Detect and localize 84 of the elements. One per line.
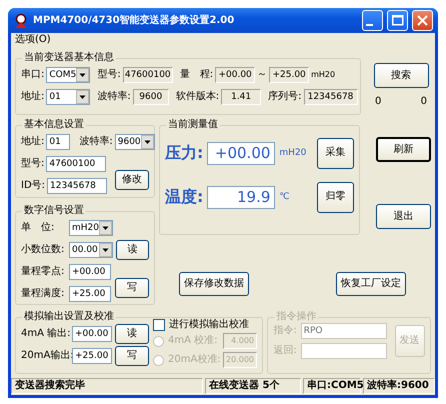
status-text: 变送器搜索完毕 — [11, 378, 203, 394]
window-title: MPM4700/4730智能变送器参数设置2.00 — [33, 14, 236, 26]
field-label: 地址: — [21, 91, 44, 103]
group-title: 模拟输出设置及校准 — [23, 312, 115, 322]
measurement-value: +00.00 — [207, 142, 276, 164]
input-field[interactable]: 47600100 — [46, 156, 106, 172]
readonly-field: 9600 — [132, 89, 169, 105]
input-field[interactable]: 12345678 — [47, 178, 108, 194]
field-label: ID号: — [21, 180, 46, 192]
action-button[interactable]: 采集 — [317, 138, 354, 168]
dropdown[interactable]: 9600 — [114, 134, 155, 150]
field-label: 指令: — [273, 325, 297, 337]
dropdown[interactable]: 01 — [46, 89, 90, 105]
action-button[interactable]: 写 — [115, 278, 149, 298]
readonly-field: 1.41 — [221, 89, 262, 105]
field-label: 地址: — [21, 136, 44, 148]
measurement-label: 压力: — [165, 143, 204, 163]
range-separator: ～ — [257, 69, 268, 81]
action-button[interactable]: 读 — [115, 324, 149, 344]
group-title: 基本信息设置 — [23, 120, 85, 130]
dropdown[interactable]: 00.00 — [69, 242, 113, 258]
field-label: 单 位: — [21, 222, 56, 234]
status-text: 波特率:9600 — [363, 378, 435, 394]
readonly-field: +00.00 — [215, 67, 256, 83]
counter-value: 0 — [375, 96, 382, 108]
field-label: 小数位数: — [21, 244, 66, 256]
action-button[interactable]: 搜索 — [374, 63, 428, 88]
group-title: 当前测量值 — [167, 120, 219, 130]
unit-label: ℃ — [279, 192, 291, 202]
action-button[interactable]: 读 — [116, 240, 149, 260]
action-button[interactable]: 退出 — [376, 204, 431, 229]
readonly-field: 4.000 — [223, 333, 257, 349]
field-label: 量程零点: — [21, 266, 66, 278]
close-icon — [417, 15, 428, 26]
field-label: 量程满度: — [21, 288, 66, 300]
unit-label: mH20 — [279, 148, 308, 158]
input-field[interactable]: +00.00 — [69, 264, 111, 280]
readonly-field: 12345678 — [304, 89, 358, 105]
readonly-field: 20.000 — [223, 352, 257, 368]
input-field[interactable]: +25.00 — [72, 348, 112, 364]
readonly-field: 47600100 — [122, 67, 173, 83]
status-text: 在线变送器 5个 — [205, 378, 301, 394]
app-icon — [13, 12, 29, 28]
field-label: 型号: — [21, 158, 44, 170]
action-button[interactable]: 写 — [115, 346, 149, 366]
action-button[interactable]: 修改 — [115, 170, 149, 190]
radio-label: 20mA校准: — [168, 354, 219, 366]
action-button[interactable]: 恢复工厂设定 — [336, 272, 406, 296]
maximize-icon — [392, 15, 404, 26]
measurement-label: 温度: — [165, 187, 204, 207]
field-label: 串口: — [21, 69, 44, 81]
maximize-button[interactable] — [387, 10, 408, 31]
readonly-field: +25.00 — [269, 67, 310, 83]
radio-label: 4mA 校准: — [168, 335, 218, 347]
field-label: 型号: — [97, 69, 121, 81]
input-field[interactable]: +00.00 — [72, 326, 112, 342]
input-field[interactable]: +25.00 — [69, 286, 111, 302]
unit-label: mH20 — [311, 70, 336, 80]
field-label: 软件版本: — [176, 91, 220, 103]
checkbox-label: 进行模拟输出校准 — [169, 319, 249, 331]
field-label: 波特率: — [97, 91, 131, 103]
minimize-button[interactable] — [362, 10, 383, 31]
menu-item[interactable]: 选项(O) — [15, 34, 51, 47]
status-text: 串口:COM5 — [303, 378, 361, 394]
checkbox[interactable] — [153, 319, 165, 331]
field-label: 返回: — [273, 345, 297, 357]
minimize-icon — [366, 24, 373, 26]
measurement-value: 19.9 — [207, 186, 276, 208]
field-label: 4mA 输出: — [21, 328, 70, 340]
input-field: RPO — [300, 323, 387, 339]
dropdown[interactable]: COM5 — [46, 67, 90, 83]
counter-value: 0 — [420, 96, 427, 108]
field-label: 量 程: — [180, 69, 214, 81]
input-field[interactable]: 01 — [46, 134, 70, 150]
action-button[interactable]: 保存修改数据 — [179, 272, 249, 296]
action-button[interactable]: 归零 — [317, 182, 354, 212]
close-button[interactable] — [412, 10, 433, 31]
group-title: 当前变送器基本信息 — [23, 53, 115, 63]
group-title: 数字信号设置 — [23, 206, 85, 216]
group-title: 指令操作 — [275, 312, 318, 322]
dropdown[interactable]: mH20 — [69, 220, 113, 236]
field-label: 波特率: — [79, 136, 113, 148]
field-label: 序列号: — [268, 91, 302, 103]
action-button[interactable]: 刷新 — [376, 137, 431, 162]
